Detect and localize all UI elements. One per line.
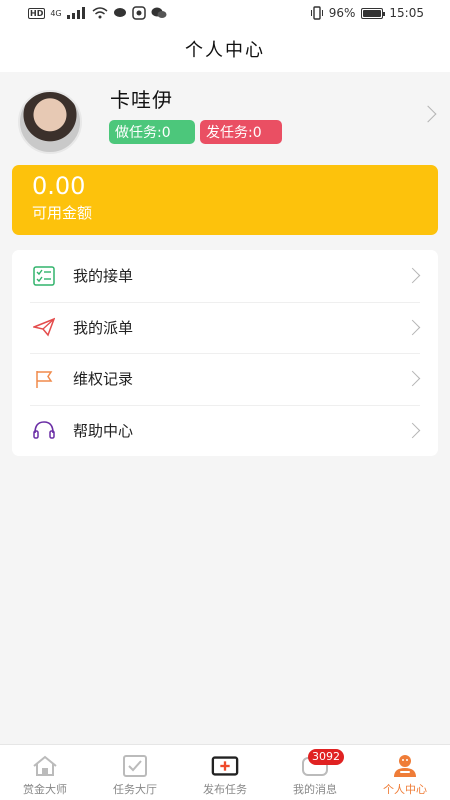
tab-messages[interactable]: 3092 我的消息: [270, 745, 360, 800]
balance-label: 可用金额: [32, 204, 93, 222]
checklist-icon: [32, 264, 56, 288]
chevron-right-icon: [404, 422, 421, 438]
home-icon: [31, 753, 59, 779]
menu-item-help-center[interactable]: 帮助中心: [12, 404, 438, 457]
hd-indicator: HD: [28, 7, 46, 19]
tab-publish-task[interactable]: 发布任务: [180, 745, 270, 800]
avatar[interactable]: [18, 90, 82, 154]
status-right: 96% 15:05: [310, 6, 424, 20]
status-left: HD 4G: [28, 6, 167, 20]
tab-label: 我的消息: [293, 783, 337, 796]
chevron-right-icon: [404, 267, 421, 284]
chat-icon: [113, 8, 126, 17]
chevron-right-icon: [404, 319, 421, 335]
balance-card[interactable]: 0.00 可用金额: [12, 165, 438, 235]
menu-item-rights-record[interactable]: 维权记录: [12, 353, 438, 405]
status-time: 15:05: [389, 6, 424, 20]
wechat-icon: [151, 7, 167, 18]
username: 卡哇伊: [110, 88, 173, 112]
tab-home[interactable]: 赏金大师: [0, 745, 90, 800]
checkbox-icon: [121, 753, 149, 779]
battery-percent: 96%: [328, 6, 356, 20]
menu-list: 我的接单 我的派单 维权记录 帮助中心: [12, 250, 438, 456]
battery-icon: [361, 7, 386, 19]
do-tasks-badge[interactable]: 做任务:0: [109, 120, 195, 144]
menu-item-my-orders[interactable]: 我的接单: [12, 250, 438, 302]
page-title: 个人中心: [185, 40, 265, 61]
post-tasks-badge[interactable]: 发任务:0: [200, 120, 282, 144]
chevron-right-icon: [404, 370, 421, 387]
tab-profile[interactable]: 个人中心: [360, 745, 450, 800]
app-icon: [131, 6, 146, 20]
chevron-right-icon: [419, 105, 437, 123]
vibrate-icon: [310, 6, 323, 20]
tab-task-hall[interactable]: 任务大厅: [90, 745, 180, 800]
add-icon: [211, 753, 239, 779]
flag-icon: [32, 367, 56, 391]
menu-item-label: 我的接单: [73, 267, 134, 286]
tab-label: 发布任务: [203, 783, 247, 796]
status-bar: HD 4G 96% 15:05: [0, 0, 450, 26]
menu-item-label: 帮助中心: [73, 421, 134, 440]
tab-label: 任务大厅: [113, 783, 157, 796]
menu-item-label: 维权记录: [73, 370, 134, 389]
tab-label: 赏金大师: [23, 783, 67, 796]
headset-icon: [32, 418, 56, 442]
network-type: 4G: [50, 8, 62, 18]
tab-label: 个人中心: [383, 783, 427, 796]
menu-item-label: 我的派单: [73, 318, 134, 337]
navigation-bar: 个人中心: [0, 26, 450, 72]
balance-amount: 0.00: [32, 172, 86, 200]
tab-bar: 赏金大师 任务大厅 发布任务 3092 我的消息 个人中心: [0, 744, 450, 800]
user-icon: [391, 753, 419, 779]
message-count-badge: 3092: [308, 749, 344, 765]
wifi-icon: [92, 7, 108, 19]
profile-card[interactable]: 卡哇伊 做任务:0 发任务:0: [0, 72, 450, 162]
menu-item-my-dispatch[interactable]: 我的派单: [12, 301, 438, 354]
paper-plane-icon: [32, 315, 56, 339]
signal-icon: [66, 7, 85, 19]
